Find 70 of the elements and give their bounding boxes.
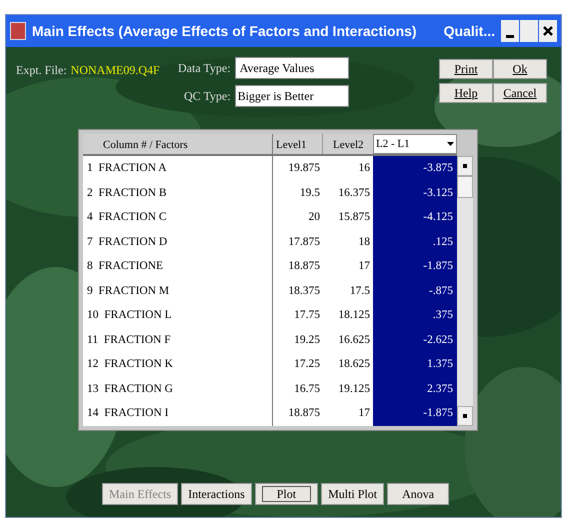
view-button[interactable]: Multi Plot [321, 483, 384, 505]
dialog-button[interactable]: Cancel [493, 83, 547, 103]
qc-type-label: QC Type: [182, 88, 231, 105]
table-cell-text: 18.875 [287, 259, 321, 274]
scrollbar[interactable] [457, 156, 473, 426]
table-cell: -.875 [373, 278, 457, 303]
table-cell-text: 18.875 [287, 406, 321, 421]
table-cell-text: 18.125 [337, 308, 371, 323]
table-cell: -3.125 [373, 180, 457, 205]
table-cell: 4 FRACTION C [83, 205, 273, 230]
table-cell: 12 FRACTION K [83, 352, 273, 376]
table-cell: 1 FRACTION A [83, 156, 273, 180]
table-cell-text: 18.625 [337, 357, 371, 372]
table-cell: .375 [373, 303, 457, 328]
data-type-label: Data Type: [178, 60, 231, 77]
difference-dropdown[interactable]: L2 - L1 [373, 134, 457, 154]
table-cell: 2.375 [373, 376, 457, 401]
table-cell-text: 16 [358, 161, 371, 176]
table-cell-text: 19.25 [293, 332, 321, 348]
dialog-button[interactable]: Ok [493, 59, 547, 79]
table-cell: .125 [373, 230, 457, 254]
app-icon [10, 22, 26, 40]
table-cell: -2.625 [373, 328, 457, 352]
table-cell: 7 FRACTION D [83, 230, 273, 254]
dialog-button[interactable]: Help [439, 83, 493, 103]
table-cell-text: 17.5 [348, 284, 371, 298]
table-cell: -1.875 [373, 254, 457, 278]
table-cell: 10 FRACTION L [83, 303, 273, 328]
table-cell-text: 18 [358, 234, 371, 250]
app-title: Qualit... [444, 22, 495, 41]
table-cell: 8 FRACTIONE [83, 254, 273, 278]
table-cell-text: 17.875 [287, 234, 321, 250]
table-cell: -3.875 [373, 156, 457, 180]
column-header: Column # / Factors [83, 134, 273, 154]
data-type-field[interactable]: Average Values [234, 57, 349, 79]
table-cell-text: 18.375 [287, 284, 321, 298]
table-cell-text: 19.125 [337, 382, 371, 396]
table-cell-text: 19.5 [298, 186, 321, 200]
table-cell-text: 17 [358, 259, 371, 274]
expt-file-value: NONAME09.Q4F [70, 62, 160, 79]
column-header: Level1 [273, 134, 323, 154]
table-cell: 9 FRACTION M [83, 278, 273, 303]
table-cell-text: 15.875 [337, 210, 371, 225]
view-button[interactable]: Interactions [181, 483, 252, 505]
table-cell-text: 19.875 [287, 161, 321, 176]
table-cell: 11 FRACTION F [83, 328, 273, 352]
table-cell: 14 FRACTION I [83, 401, 273, 426]
dropdown-arrow-icon [447, 142, 454, 146]
table-cell: 13 FRACTION G [83, 376, 273, 401]
table-cell-text: 17.75 [293, 308, 321, 323]
column-header: Level2 [332, 138, 365, 153]
dialog-button[interactable]: Print [439, 59, 493, 79]
table-cell-text: 17.25 [293, 357, 321, 372]
view-button[interactable]: Anova [387, 483, 450, 505]
table-cell: 2 FRACTION B [83, 180, 273, 205]
table-cell: -1.875 [373, 401, 457, 426]
table-cell-text: 17 [358, 406, 371, 421]
minimize-button[interactable] [501, 20, 519, 42]
close-icon [543, 26, 553, 36]
table-cell-text: 16.75 [293, 382, 321, 396]
expt-file-label: Expt. File: [16, 62, 67, 79]
table-cell-text: 16.375 [337, 186, 371, 200]
table-cell-text: 20 [308, 210, 321, 225]
view-button[interactable]: Plot [254, 483, 318, 505]
table-cell: -4.125 [373, 205, 457, 230]
table-cell: 1.375 [373, 352, 457, 376]
close-button[interactable] [539, 20, 557, 42]
window-title: Main Effects (Average Effects of Factors and Interactions) [32, 22, 417, 41]
table-cell-text: 16.625 [337, 332, 371, 348]
qc-type-field[interactable]: Bigger is Better [234, 85, 349, 107]
